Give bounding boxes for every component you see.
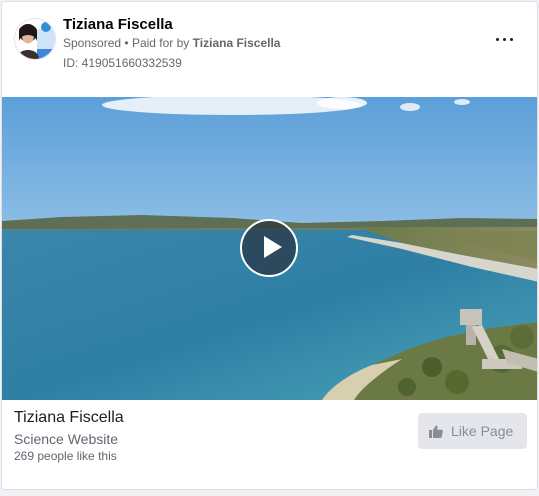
page-category: Science Website [14, 431, 119, 447]
sponsored-post-card: Tiziana Fiscella Sponsored • Paid for by… [1, 1, 538, 490]
sponsored-line: Sponsored • Paid for by Tiziana Fiscella [63, 36, 280, 50]
like-page-button[interactable]: Like Page [418, 413, 527, 449]
like-page-label: Like Page [451, 423, 514, 439]
page-like-count: 269 people like this [14, 449, 117, 463]
footer-page-name[interactable]: Tiziana Fiscella [14, 409, 124, 427]
paid-for-prefix: Paid for by [131, 36, 190, 50]
play-icon[interactable] [240, 219, 298, 277]
separator-dot: • [124, 36, 129, 50]
thumbs-up-icon [429, 425, 443, 438]
avatar-image [15, 19, 55, 59]
page-name[interactable]: Tiziana Fiscella [63, 16, 173, 33]
page-avatar[interactable] [14, 18, 56, 60]
video-thumbnail[interactable] [2, 97, 537, 400]
more-options-icon[interactable] [495, 32, 515, 46]
ad-id: ID: 419051660332539 [63, 56, 182, 70]
paid-for-name: Tiziana Fiscella [192, 36, 281, 50]
sponsored-label[interactable]: Sponsored [63, 36, 121, 50]
